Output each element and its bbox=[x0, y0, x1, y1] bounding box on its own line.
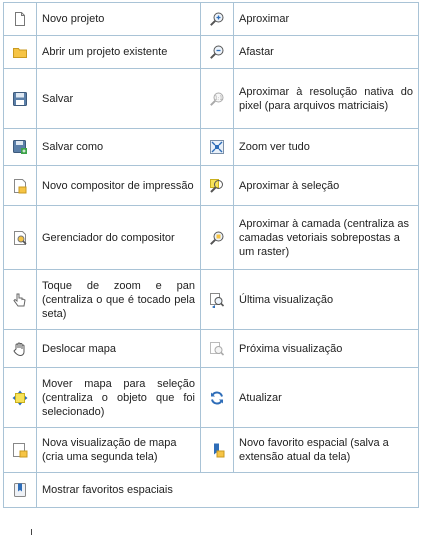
table-cell-label: Mover mapa para seleção (centraliza o ob… bbox=[36, 367, 201, 428]
table-cell-label: Novo favorito espacial (salva a extensão… bbox=[233, 427, 419, 473]
zoom-native-resolution-icon: 1:1 bbox=[209, 91, 225, 107]
show-spatial-bookmarks-icon bbox=[12, 482, 28, 498]
new-spatial-bookmark-icon bbox=[209, 442, 225, 458]
zoom-next-icon bbox=[209, 341, 225, 357]
table-cell-label: Novo compositor de impressão bbox=[36, 165, 201, 206]
table-cell-label: Deslocar mapa bbox=[36, 329, 201, 368]
table-row: Mover mapa para seleção (centraliza o ob… bbox=[3, 367, 419, 428]
table-cell-label: Gerenciador do compositor bbox=[36, 205, 201, 270]
zoom-last-icon bbox=[209, 292, 225, 308]
open-project-icon bbox=[12, 44, 28, 60]
table-cell-label: Afastar bbox=[233, 35, 419, 69]
table-row: Salvar 1:1 Aproximar à resolução nativa … bbox=[3, 68, 419, 129]
pan-to-selection-icon bbox=[12, 390, 28, 406]
table-cell-label: Última visualização bbox=[233, 269, 419, 330]
table-row: Gerenciador do compositor Aproximar à ca… bbox=[3, 205, 419, 270]
zoom-out-icon bbox=[209, 44, 225, 60]
table-row: Abrir um projeto existente Afastar bbox=[3, 35, 419, 69]
table-cell-label: Toque de zoom e pan (centraliza o que é … bbox=[36, 269, 201, 330]
table-cell-label: Aproximar bbox=[233, 2, 419, 36]
table-row: Salvar como Zoom ver tudo bbox=[3, 128, 419, 166]
table-row: Nova visualização de mapa (cria uma segu… bbox=[3, 427, 419, 473]
table-cell-label: Nova visualização de mapa (cria uma segu… bbox=[36, 427, 201, 473]
table-cell-label: Zoom ver tudo bbox=[233, 128, 419, 166]
refresh-icon bbox=[209, 390, 225, 406]
new-print-composer-icon bbox=[12, 178, 28, 194]
table-row: Toque de zoom e pan (centraliza o que é … bbox=[3, 269, 419, 330]
table-cell-label: Abrir um projeto existente bbox=[36, 35, 201, 69]
zoom-in-icon bbox=[209, 11, 225, 27]
table-cell-label: Salvar como bbox=[36, 128, 201, 166]
zoom-to-selection-icon bbox=[209, 178, 225, 194]
save-as-icon bbox=[12, 139, 28, 155]
composer-manager-icon bbox=[12, 230, 28, 246]
zoom-full-icon bbox=[209, 139, 225, 155]
touch-zoom-pan-icon bbox=[12, 292, 28, 308]
svg-text:1:1: 1:1 bbox=[214, 95, 222, 101]
save-icon bbox=[12, 91, 28, 107]
pan-map-icon bbox=[12, 341, 28, 357]
table-cell-label: Novo projeto bbox=[36, 2, 201, 36]
new-map-view-icon bbox=[12, 442, 28, 458]
table-row: Deslocar mapa Próxima visualização bbox=[3, 329, 419, 368]
table-row: Novo compositor de impressão Aproximar à… bbox=[3, 165, 419, 206]
zoom-to-layer-icon bbox=[209, 230, 225, 246]
table-cell-label: Aproximar à seleção bbox=[233, 165, 419, 206]
table-row: Novo projeto Aproximar bbox=[3, 2, 419, 36]
toolbar-reference-table: Novo projeto Aproximar Abrir um projeto … bbox=[3, 2, 419, 508]
page-marker bbox=[31, 529, 32, 535]
table-cell-label: Próxima visualização bbox=[233, 329, 419, 368]
new-project-icon bbox=[12, 11, 28, 27]
table-row: Mostrar favoritos espaciais bbox=[3, 472, 419, 508]
table-cell-label: Mostrar favoritos espaciais bbox=[36, 472, 419, 508]
table-cell-label: Salvar bbox=[36, 68, 201, 129]
table-cell-label: Aproximar à resolução nativa do pixel (p… bbox=[233, 68, 419, 129]
table-cell-label: Aproximar à camada (centraliza as camada… bbox=[233, 205, 419, 270]
table-cell-label: Atualizar bbox=[233, 367, 419, 428]
